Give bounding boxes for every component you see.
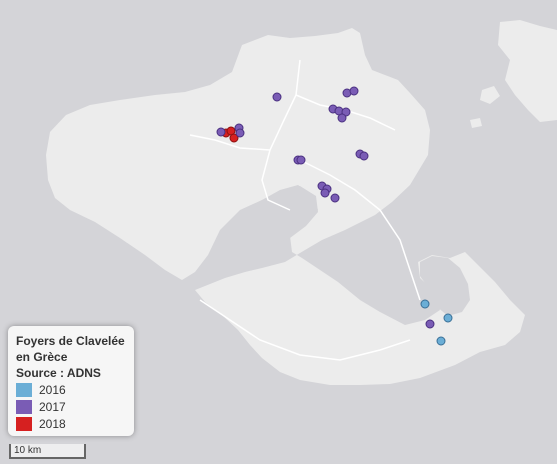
outbreak-marker-2017[interactable]: [272, 92, 282, 102]
neighbouring-coast: [498, 20, 557, 122]
outbreak-marker-2017[interactable]: [235, 128, 245, 138]
legend-label: 2018: [39, 416, 66, 431]
legend-item-2018: 2018: [16, 415, 126, 432]
legend-label: 2016: [39, 382, 66, 397]
islet: [480, 86, 500, 104]
outbreak-marker-2016[interactable]: [420, 299, 430, 309]
legend-label: 2017: [39, 399, 66, 414]
map-canvas[interactable]: Foyers de Clavelée en Grèce Source : ADN…: [0, 0, 557, 464]
islet: [470, 118, 482, 128]
outbreak-marker-2017[interactable]: [349, 86, 359, 96]
legend-subtitle: en Grèce: [16, 350, 68, 364]
outbreak-marker-2017[interactable]: [359, 151, 369, 161]
legend-source: Source : ADNS: [16, 366, 101, 380]
legend-swatch-2017: [16, 399, 32, 414]
legend-swatch-2018: [16, 416, 32, 431]
outbreak-marker-2017[interactable]: [337, 113, 347, 123]
outbreak-marker-2017[interactable]: [330, 193, 340, 203]
legend-item-2017: 2017: [16, 398, 126, 415]
outbreak-marker-2016[interactable]: [443, 313, 453, 323]
legend-title: Foyers de Clavelée: [16, 334, 125, 348]
outbreak-marker-2017[interactable]: [216, 127, 226, 137]
legend-swatch-2016: [16, 382, 32, 397]
outbreak-marker-2017[interactable]: [425, 319, 435, 329]
outbreak-marker-2017[interactable]: [320, 188, 330, 198]
map-legend: Foyers de Clavelée en Grèce Source : ADN…: [8, 326, 134, 436]
outbreak-marker-2016[interactable]: [436, 336, 446, 346]
legend-item-2016: 2016: [16, 381, 126, 398]
scale-bar: 10 km: [9, 444, 86, 459]
outbreak-marker-2017[interactable]: [296, 155, 306, 165]
